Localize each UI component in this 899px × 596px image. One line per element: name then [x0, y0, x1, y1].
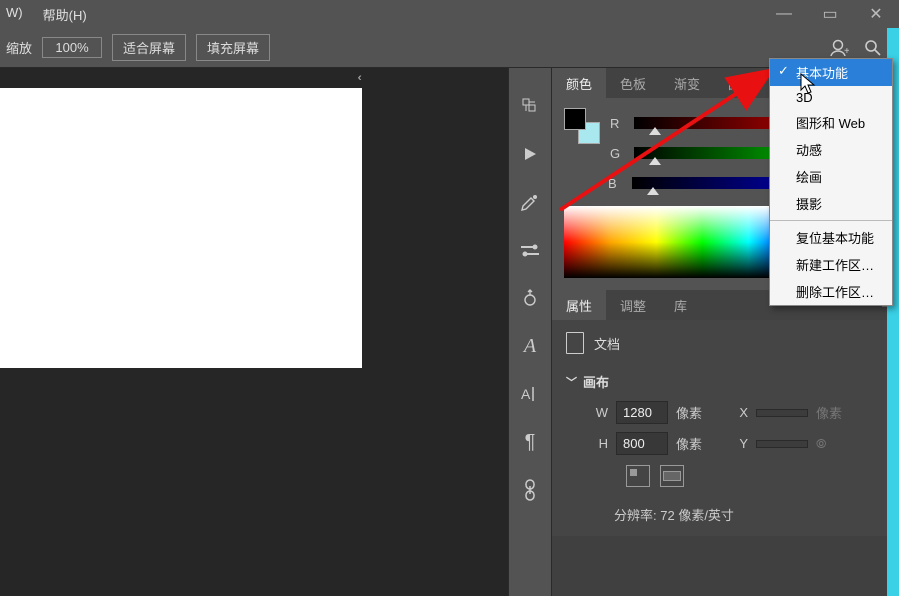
orientation-landscape-icon[interactable]: [660, 465, 684, 487]
x-input: [756, 409, 808, 417]
align-icon[interactable]: A: [518, 382, 542, 406]
tab-pattern[interactable]: 图: [714, 68, 755, 98]
height-input[interactable]: 800: [616, 432, 668, 455]
width-label: W: [592, 405, 608, 420]
brush-icon[interactable]: [518, 190, 542, 214]
x-unit: 像素: [816, 403, 842, 422]
brush-settings-icon[interactable]: [518, 238, 542, 262]
b-label: B: [608, 176, 624, 191]
collapsed-tool-column: A A ¶: [508, 68, 552, 596]
orientation-portrait-icon[interactable]: [626, 465, 650, 487]
workspace-essentials[interactable]: 基本功能: [770, 59, 892, 86]
g-label: G: [610, 146, 626, 161]
svg-text:+: +: [844, 46, 849, 57]
user-icon[interactable]: +: [829, 38, 849, 58]
search-icon[interactable]: [863, 38, 883, 58]
width-unit: 像素: [676, 403, 702, 422]
workspace-dropdown: 基本功能 3D 图形和 Web 动感 绘画 摄影 复位基本功能 新建工作区… 删…: [769, 58, 893, 306]
window-close[interactable]: ✕: [853, 0, 899, 28]
workspace-motion[interactable]: 动感: [770, 136, 892, 163]
document-type-label: 文档: [594, 334, 620, 353]
r-label: R: [610, 116, 626, 131]
x-label: X: [732, 405, 748, 420]
canvas-area[interactable]: ‹‹: [0, 68, 508, 596]
workspace-delete[interactable]: 删除工作区…: [770, 278, 892, 305]
paragraph-icon[interactable]: ¶: [518, 430, 542, 454]
workspace-photography[interactable]: 摄影: [770, 190, 892, 217]
link-icon[interactable]: [518, 478, 542, 502]
y-extra-icon: ⦾: [816, 436, 826, 452]
character-icon[interactable]: A: [518, 334, 542, 358]
tab-libraries[interactable]: 库: [660, 290, 701, 320]
window-minimize[interactable]: —: [761, 0, 807, 28]
dropdown-separator: [770, 220, 892, 221]
play-icon[interactable]: [518, 142, 542, 166]
zoom-value-input[interactable]: 100%: [42, 37, 102, 58]
width-input[interactable]: 1280: [616, 401, 668, 424]
fit-screen-button[interactable]: 适合屏幕: [112, 34, 186, 61]
workspace-3d[interactable]: 3D: [770, 86, 892, 109]
tab-swatches[interactable]: 色板: [606, 68, 660, 98]
workspace-painting[interactable]: 绘画: [770, 163, 892, 190]
clone-source-icon[interactable]: [518, 286, 542, 310]
tab-properties[interactable]: 属性: [552, 290, 606, 320]
fill-screen-button[interactable]: 填充屏幕: [196, 34, 270, 61]
history-icon[interactable]: [518, 94, 542, 118]
height-unit: 像素: [676, 434, 702, 453]
workspace-graphics-web[interactable]: 图形和 Web: [770, 109, 892, 136]
foreground-color-swatch[interactable]: [564, 108, 586, 130]
resolution-value: 72 像素/英寸: [660, 508, 734, 523]
zoom-label: 缩放: [6, 38, 32, 57]
tab-gradient[interactable]: 渐变: [660, 68, 714, 98]
y-label: Y: [732, 436, 748, 451]
chevron-down-icon: ﹀: [566, 374, 577, 390]
svg-text:A: A: [521, 386, 531, 402]
workspace-reset[interactable]: 复位基本功能: [770, 224, 892, 251]
canvas-section-label: 画布: [583, 372, 609, 391]
document-icon: [566, 332, 584, 354]
tab-adjustments[interactable]: 调整: [606, 290, 660, 320]
height-label: H: [592, 436, 608, 451]
document-canvas[interactable]: [0, 88, 362, 368]
tab-color[interactable]: 颜色: [552, 68, 606, 98]
y-input: [756, 440, 808, 448]
menu-help[interactable]: 帮助(H): [43, 5, 87, 24]
menu-window-suffix[interactable]: W): [6, 5, 23, 24]
window-maximize[interactable]: ▭: [807, 0, 853, 28]
workspace-new[interactable]: 新建工作区…: [770, 251, 892, 278]
foreground-background-swatch[interactable]: [564, 108, 600, 144]
resolution-label: 分辨率:: [614, 508, 657, 523]
canvas-section-header[interactable]: ﹀ 画布: [566, 372, 885, 391]
